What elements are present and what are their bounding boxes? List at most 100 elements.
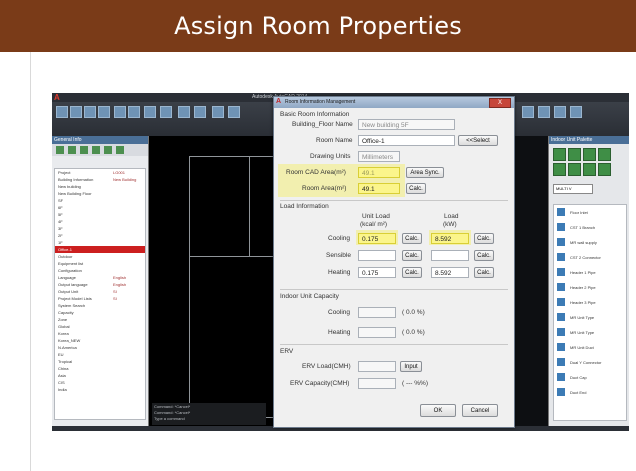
unit-icon[interactable] bbox=[583, 148, 596, 161]
tree-row[interactable]: 3F bbox=[55, 225, 145, 232]
tree-row[interactable]: India bbox=[55, 386, 145, 393]
tree-row[interactable]: Configuration bbox=[55, 267, 145, 274]
heating-load-field[interactable]: 8.592 bbox=[431, 267, 469, 278]
tool-icon[interactable] bbox=[116, 146, 124, 154]
palette-item[interactable]: MR Unit Type bbox=[554, 310, 626, 325]
tree-row[interactable]: Asia bbox=[55, 372, 145, 379]
close-button[interactable]: X bbox=[489, 98, 511, 108]
tree-row[interactable]: Capacity bbox=[55, 309, 145, 316]
palette-item[interactable]: MR Unit Type bbox=[554, 325, 626, 340]
palette-item[interactable]: Floor Inlet bbox=[554, 205, 626, 220]
sensible-unit-load-field[interactable] bbox=[358, 250, 396, 261]
ribbon-tool-icon[interactable] bbox=[228, 106, 240, 118]
tree-row[interactable]: CIS bbox=[55, 379, 145, 386]
ribbon-tool-icon[interactable] bbox=[114, 106, 126, 118]
unit-icon[interactable] bbox=[553, 148, 566, 161]
ribbon-tool-icon[interactable] bbox=[160, 106, 172, 118]
sensible-unit-calc-button[interactable]: Calc. bbox=[402, 250, 422, 261]
command-input[interactable]: Type a command bbox=[154, 416, 264, 422]
tree-row[interactable]: 5F bbox=[55, 211, 145, 218]
tree-row[interactable]: Language English bbox=[55, 274, 145, 281]
unit-icon[interactable] bbox=[568, 148, 581, 161]
project-tree[interactable]: Project LG001 Building Information New Buil… bbox=[54, 168, 146, 420]
tree-row[interactable]: Global bbox=[55, 323, 145, 330]
ribbon-tool-icon[interactable] bbox=[178, 106, 190, 118]
palette-item[interactable]: CST 2 Connector bbox=[554, 250, 626, 265]
sensible-load-field[interactable] bbox=[431, 250, 469, 261]
unit-icon[interactable] bbox=[568, 163, 581, 176]
dialog-title-bar[interactable]: A Room Information Management X bbox=[274, 97, 514, 108]
unit-icon[interactable] bbox=[598, 163, 611, 176]
tree-row[interactable]: System Search bbox=[55, 302, 145, 309]
tree-row[interactable]: Zone bbox=[55, 316, 145, 323]
tree-row[interactable]: New Building Floor bbox=[55, 190, 145, 197]
tool-icon[interactable] bbox=[104, 146, 112, 154]
tree-row[interactable]: 6F bbox=[55, 204, 145, 211]
ribbon-tool-icon[interactable] bbox=[212, 106, 224, 118]
command-line[interactable]: Command: *Cancel* Command: *Cancel* Type… bbox=[152, 403, 266, 425]
ribbon-tool-icon[interactable] bbox=[84, 106, 96, 118]
tree-row[interactable]: China bbox=[55, 365, 145, 372]
ribbon-tool-icon[interactable] bbox=[128, 106, 140, 118]
ok-button[interactable]: OK bbox=[420, 404, 456, 417]
tree-row[interactable]: 2F bbox=[55, 232, 145, 239]
ribbon-tool-icon[interactable] bbox=[98, 106, 110, 118]
tree-row[interactable]: Tropical bbox=[55, 358, 145, 365]
tree-row[interactable]: Output Unit SI bbox=[55, 288, 145, 295]
palette-item[interactable]: Dual Y Connector bbox=[554, 355, 626, 370]
tool-icon[interactable] bbox=[80, 146, 88, 154]
select-room-button[interactable]: <<Select bbox=[458, 135, 498, 146]
tree-row[interactable]: Project LG001 bbox=[55, 169, 145, 176]
tool-icon[interactable] bbox=[68, 146, 76, 154]
tree-row[interactable]: Project Model Lists SI bbox=[55, 295, 145, 302]
area-sync-button[interactable]: Area Sync. bbox=[406, 167, 444, 178]
ribbon-tool-icon[interactable] bbox=[554, 106, 566, 118]
palette-item[interactable]: Header 3 Pipe bbox=[554, 295, 626, 310]
tool-icon[interactable] bbox=[92, 146, 100, 154]
tree-row[interactable]: Office-1 bbox=[55, 246, 145, 253]
unit-icon[interactable] bbox=[583, 163, 596, 176]
cancel-button[interactable]: Cancel bbox=[462, 404, 498, 417]
heating-load-calc-button[interactable]: Calc. bbox=[474, 267, 494, 278]
palette-item[interactable]: Header 2 Pipe bbox=[554, 280, 626, 295]
tree-row[interactable]: N.America bbox=[55, 344, 145, 351]
ribbon-tool-icon[interactable] bbox=[194, 106, 206, 118]
ribbon-tool-icon[interactable] bbox=[538, 106, 550, 118]
palette-item[interactable]: CST 1 Branch bbox=[554, 220, 626, 235]
palette-item[interactable]: Duct Cap bbox=[554, 370, 626, 385]
erv-input-button[interactable]: Input bbox=[400, 361, 422, 372]
palette-item[interactable]: Duct End bbox=[554, 385, 626, 400]
palette-item[interactable]: Header 1 Pipe bbox=[554, 265, 626, 280]
tree-row[interactable]: Korea_NEW bbox=[55, 337, 145, 344]
ribbon-tool-icon[interactable] bbox=[144, 106, 156, 118]
tree-row[interactable]: SF bbox=[55, 197, 145, 204]
ribbon-tool-icon[interactable] bbox=[70, 106, 82, 118]
tree-row[interactable]: Output language English bbox=[55, 281, 145, 288]
tree-row[interactable]: 1F bbox=[55, 239, 145, 246]
sensible-load-calc-button[interactable]: Calc. bbox=[474, 250, 494, 261]
tree-row[interactable]: EU bbox=[55, 351, 145, 358]
palette-item[interactable]: MR Unit Duct bbox=[554, 340, 626, 355]
cooling-load-field[interactable]: 8.592 bbox=[431, 233, 469, 244]
tree-row[interactable]: 4F bbox=[55, 218, 145, 225]
room-area-calc-button[interactable]: Calc. bbox=[406, 183, 426, 194]
series-select[interactable]: MULTI V bbox=[553, 184, 593, 194]
unit-icon[interactable] bbox=[598, 148, 611, 161]
heating-unit-calc-button[interactable]: Calc. bbox=[402, 267, 422, 278]
ribbon-tool-icon[interactable] bbox=[570, 106, 582, 118]
cooling-unit-load-field[interactable]: 0.175 bbox=[358, 233, 396, 244]
heating-unit-load-field[interactable]: 0.175 bbox=[358, 267, 396, 278]
tree-row[interactable]: Building Information New Building bbox=[55, 176, 145, 183]
tree-row[interactable]: Equipment list bbox=[55, 260, 145, 267]
palette-list[interactable]: Floor Inlet CST 1 Branch MR wall supply CST… bbox=[553, 204, 627, 421]
room-name-field[interactable]: Office-1 bbox=[358, 135, 455, 146]
ribbon-tool-icon[interactable] bbox=[56, 106, 68, 118]
tree-row[interactable]: Outdoor bbox=[55, 253, 145, 260]
tree-row[interactable]: Korea bbox=[55, 330, 145, 337]
tool-icon[interactable] bbox=[56, 146, 64, 154]
ribbon-tool-icon[interactable] bbox=[522, 106, 534, 118]
cooling-load-calc-button[interactable]: Calc. bbox=[474, 233, 494, 244]
room-area-field[interactable]: 49.1 bbox=[358, 183, 400, 194]
tree-row[interactable]: New building bbox=[55, 183, 145, 190]
palette-item[interactable]: MR wall supply bbox=[554, 235, 626, 250]
